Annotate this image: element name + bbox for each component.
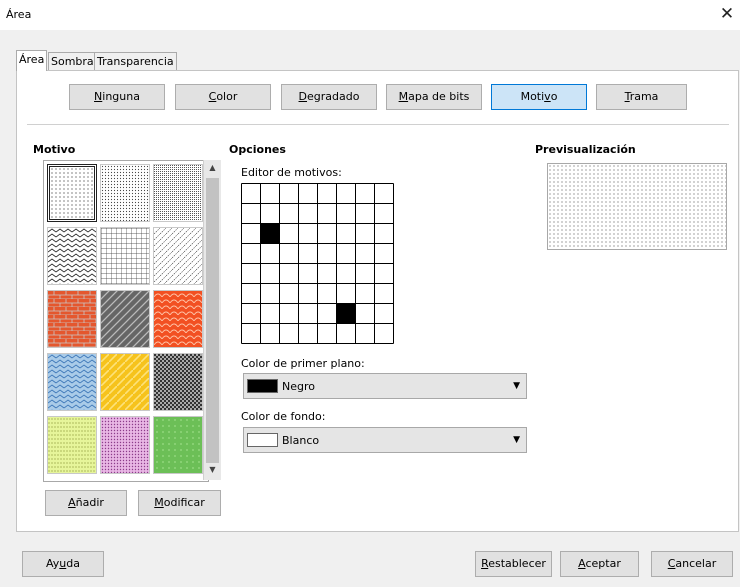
scroll-thumb[interactable] [206, 178, 219, 463]
foreground-color-label: Color de primer plano: [241, 357, 365, 370]
chevron-down-icon: ▼ [513, 381, 520, 391]
fill-gradient-button[interactable]: Degradado [281, 84, 377, 110]
foreground-color-swatch [247, 379, 278, 393]
background-color-value: Blanco [282, 434, 320, 447]
pattern-editor-cell-filled[interactable] [336, 303, 356, 324]
preview-heading: Previsualización [535, 143, 636, 156]
fill-bitmap-button[interactable]: Mapa de bits [386, 84, 482, 110]
pattern-editor-cell-filled[interactable] [260, 223, 280, 244]
pattern-swatch[interactable] [47, 290, 97, 348]
fill-hatch-button[interactable]: Trama [596, 84, 687, 110]
scroll-up-icon[interactable]: ▲ [207, 163, 218, 175]
foreground-color-value: Negro [282, 380, 315, 393]
pattern-list[interactable] [43, 160, 209, 482]
fill-pattern-button[interactable]: Motivo [491, 84, 587, 110]
scroll-down-icon[interactable]: ▼ [207, 465, 218, 477]
background-color-dropdown[interactable]: Blanco ▼ [243, 427, 527, 453]
cancel-button[interactable]: Cancelar [651, 551, 733, 577]
window-title: Área [6, 8, 32, 21]
pattern-swatch[interactable] [47, 227, 97, 285]
pattern-heading: Motivo [33, 143, 76, 156]
pattern-swatch[interactable] [100, 164, 150, 222]
pattern-swatch[interactable] [100, 290, 150, 348]
pattern-swatch[interactable] [100, 227, 150, 285]
pattern-swatch[interactable] [100, 416, 150, 474]
background-color-swatch [247, 433, 278, 447]
area-panel: Ninguna Color Degradado Mapa de bits Mot… [16, 70, 739, 532]
title-bar: Área ✕ [0, 0, 740, 30]
pattern-swatch[interactable] [47, 416, 97, 474]
background-color-label: Color de fondo: [241, 410, 326, 423]
pattern-preview [547, 163, 727, 250]
separator [27, 124, 729, 125]
tab-area[interactable]: Área [16, 50, 48, 71]
options-heading: Opciones [229, 143, 286, 156]
pattern-swatch[interactable] [153, 416, 203, 474]
fill-color-button[interactable]: Color [175, 84, 271, 110]
fill-none-button[interactable]: Ninguna [69, 84, 165, 110]
pattern-swatch[interactable] [153, 290, 203, 348]
tab-shadow[interactable]: Sombra [48, 52, 97, 70]
ok-button[interactable]: Aceptar [560, 551, 639, 577]
pattern-swatch[interactable] [153, 227, 203, 285]
pattern-editor-grid[interactable] [241, 183, 395, 345]
foreground-color-dropdown[interactable]: Negro ▼ [243, 373, 527, 399]
chevron-down-icon: ▼ [513, 435, 520, 445]
help-button[interactable]: Ayuda [22, 551, 104, 577]
tab-transparency[interactable]: Transparencia [94, 52, 177, 70]
reset-button[interactable]: Restablecer [475, 551, 552, 577]
pattern-swatch[interactable] [153, 164, 203, 222]
pattern-swatch[interactable] [153, 353, 203, 411]
add-pattern-button[interactable]: Añadir [45, 490, 127, 516]
modify-pattern-button[interactable]: Modificar [138, 490, 221, 516]
pattern-swatch[interactable] [47, 353, 97, 411]
pattern-editor-label: Editor de motivos: [241, 166, 342, 179]
close-icon[interactable]: ✕ [716, 4, 738, 26]
pattern-swatch[interactable] [47, 164, 97, 222]
pattern-list-scrollbar[interactable]: ▲ ▼ [203, 160, 221, 480]
pattern-swatch[interactable] [100, 353, 150, 411]
